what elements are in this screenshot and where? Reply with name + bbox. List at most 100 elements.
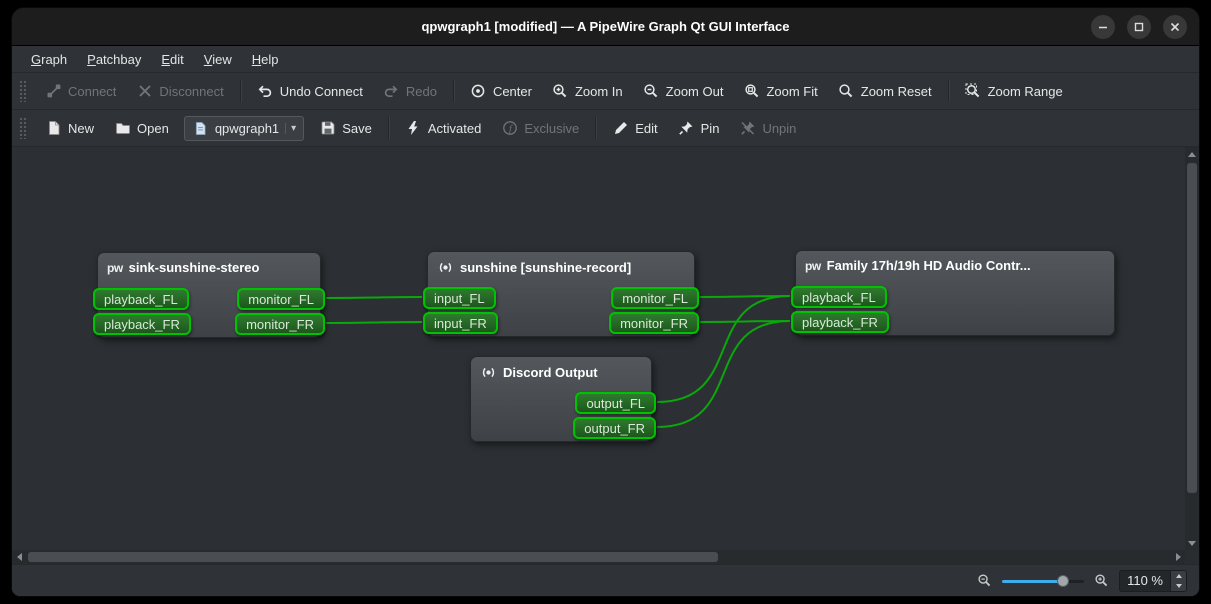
output-ports-column: monitor_FL monitor_FR	[609, 287, 699, 334]
edit-label: Edit	[635, 121, 657, 136]
arrow-up-icon	[1188, 152, 1196, 157]
vertical-scrollbar[interactable]	[1185, 147, 1199, 550]
exclusive-toggle[interactable]: f Exclusive	[492, 115, 588, 142]
disconnect-label: Disconnect	[159, 84, 223, 99]
connections-layer	[12, 147, 1185, 549]
toolbar-grip[interactable]	[19, 117, 27, 139]
zoom-range-button[interactable]: Zoom Range	[956, 78, 1072, 105]
zoom-value[interactable]: 110 %	[1120, 571, 1170, 591]
open-patchbay-button[interactable]: Open	[105, 115, 178, 142]
close-button[interactable]	[1163, 15, 1187, 39]
scroll-right-button[interactable]	[1171, 550, 1185, 564]
scroll-left-button[interactable]	[12, 550, 26, 564]
port-output[interactable]: monitor_FL	[237, 288, 325, 310]
scroll-up-button[interactable]	[1185, 147, 1199, 161]
new-file-icon	[45, 120, 62, 137]
canvas-area: pw sink-sunshine-stereo playback_FL play…	[12, 147, 1199, 564]
activated-toggle[interactable]: Activated	[396, 115, 490, 142]
scroll-down-button[interactable]	[1185, 536, 1199, 550]
redo-button[interactable]: Redo	[374, 78, 446, 105]
unpin-button[interactable]: Unpin	[730, 115, 805, 142]
app-window: qpwgraph1 [modified] — A PipeWire Graph …	[12, 8, 1199, 596]
save-label: Save	[342, 121, 372, 136]
zoom-reset-button[interactable]: Zoom Reset	[829, 78, 941, 105]
menu-edit[interactable]: Edit	[152, 49, 192, 70]
node-title: Family 17h/19h HD Audio Contr...	[827, 258, 1031, 273]
port-output[interactable]: monitor_FR	[235, 313, 325, 335]
port-input[interactable]: playback_FR	[791, 311, 889, 333]
exclusive-icon: f	[501, 120, 518, 137]
menu-view[interactable]: View	[195, 49, 241, 70]
port-output[interactable]: monitor_FR	[609, 312, 699, 334]
connect-button[interactable]: Connect	[36, 78, 125, 105]
speaker-icon	[480, 364, 497, 381]
exclusive-label: Exclusive	[524, 121, 579, 136]
menu-patchbay[interactable]: Patchbay	[78, 49, 150, 70]
port-output[interactable]: output_FL	[575, 392, 656, 414]
menu-help[interactable]: Help	[243, 49, 288, 70]
node-sunshine[interactable]: sunshine [sunshine-record] input_FL inpu…	[427, 251, 695, 337]
unpin-icon	[739, 120, 756, 137]
zoom-out-button[interactable]: Zoom Out	[634, 78, 733, 105]
arrow-left-icon	[17, 553, 22, 561]
node-title: Discord Output	[503, 365, 598, 380]
patchbay-selector-value: qpwgraph1	[215, 121, 279, 136]
save-icon	[319, 120, 336, 137]
toolbar-grip[interactable]	[19, 80, 27, 102]
port-output[interactable]: output_FR	[573, 417, 656, 439]
pin-button[interactable]: Pin	[669, 115, 729, 142]
menu-graph[interactable]: Graph	[22, 49, 76, 70]
zoom-spinbox[interactable]: 110 %	[1119, 570, 1187, 592]
node-discord-output[interactable]: Discord Output output_FL output_FR	[470, 356, 652, 442]
undo-connect-button[interactable]: Undo Connect	[248, 78, 372, 105]
new-patchbay-button[interactable]: New	[36, 115, 103, 142]
port-output[interactable]: monitor_FL	[611, 287, 699, 309]
output-ports-column: output_FL output_FR	[573, 392, 656, 439]
graph-toolbar: Connect Disconnect Undo Connect Redo	[12, 73, 1199, 110]
zoom-fit-button[interactable]: Zoom Fit	[734, 78, 826, 105]
zoom-out-label: Zoom Out	[666, 84, 724, 99]
spin-down-button[interactable]	[1171, 581, 1186, 591]
horizontal-scrollbar[interactable]	[12, 550, 1185, 564]
minimize-icon	[1095, 19, 1111, 35]
pipewire-icon: pw	[805, 259, 821, 273]
horizontal-scroll-thumb[interactable]	[28, 552, 718, 562]
connection-wire[interactable]	[326, 322, 422, 323]
zoom-slider-handle[interactable]	[1057, 575, 1069, 587]
new-label: New	[68, 121, 94, 136]
maximize-button[interactable]	[1127, 15, 1151, 39]
toolbar-separator	[388, 117, 389, 139]
port-input[interactable]: playback_FR	[93, 313, 191, 335]
patchbay-selector[interactable]: qpwgraph1 ▾	[184, 116, 304, 141]
port-input[interactable]: playback_FL	[791, 286, 887, 308]
patchbay-file-icon	[192, 120, 209, 137]
node-header: sunshine [sunshine-record]	[428, 252, 694, 279]
port-input[interactable]: input_FL	[423, 287, 496, 309]
zoom-out-small-icon[interactable]	[976, 572, 993, 589]
zoom-slider[interactable]	[1002, 574, 1084, 588]
zoom-in-small-icon[interactable]	[1093, 572, 1110, 589]
port-input[interactable]: input_FR	[423, 312, 498, 334]
zoom-slider-fill	[1002, 580, 1063, 583]
connection-wire[interactable]	[326, 297, 422, 298]
patchbay-toolbar: New Open qpwgraph1 ▾ Save Ac	[12, 110, 1199, 147]
edit-patchbay-button[interactable]: Edit	[603, 115, 666, 142]
open-label: Open	[137, 121, 169, 136]
center-button[interactable]: Center	[461, 78, 541, 105]
minimize-button[interactable]	[1091, 15, 1115, 39]
disconnect-icon	[136, 83, 153, 100]
port-input[interactable]: playback_FL	[93, 288, 189, 310]
window-controls	[1091, 8, 1187, 45]
save-patchbay-button[interactable]: Save	[310, 115, 381, 142]
titlebar[interactable]: qpwgraph1 [modified] — A PipeWire Graph …	[12, 8, 1199, 46]
disconnect-button[interactable]: Disconnect	[127, 78, 232, 105]
node-sink-sunshine-stereo[interactable]: pw sink-sunshine-stereo playback_FL play…	[97, 252, 321, 338]
vertical-scroll-thumb[interactable]	[1187, 163, 1197, 493]
zoom-reset-icon	[838, 83, 855, 100]
zoom-in-button[interactable]: Zoom In	[543, 78, 632, 105]
graph-canvas[interactable]: pw sink-sunshine-stereo playback_FL play…	[12, 147, 1185, 550]
node-family-hd-audio[interactable]: pw Family 17h/19h HD Audio Contr... play…	[795, 250, 1115, 336]
arrow-up-icon	[1176, 574, 1182, 578]
spin-up-button[interactable]	[1171, 571, 1186, 581]
arrow-right-icon	[1176, 553, 1181, 561]
